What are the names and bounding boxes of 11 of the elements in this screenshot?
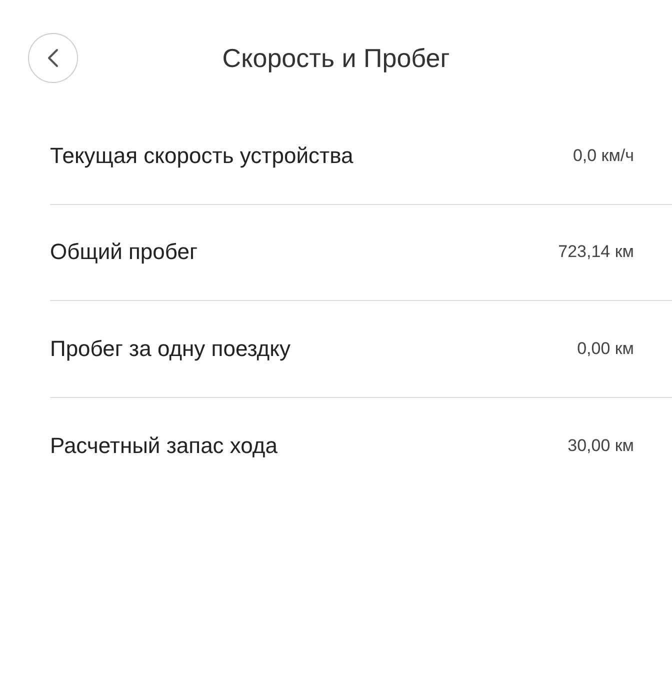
- setting-value: 723,14 км: [558, 242, 634, 262]
- setting-value: 0,00 км: [577, 338, 634, 359]
- back-button[interactable]: [28, 33, 78, 83]
- setting-label: Расчетный запас хода: [50, 433, 278, 459]
- setting-value: 30,00 км: [568, 436, 634, 456]
- setting-label: Пробег за одну поездку: [50, 336, 291, 362]
- page-title: Скорость и Пробег: [222, 42, 450, 74]
- setting-label: Текущая скорость устройства: [50, 142, 354, 169]
- setting-label: Общий пробег: [50, 239, 198, 266]
- setting-value: 0,0 км/ч: [572, 146, 634, 166]
- back-icon: [47, 48, 59, 68]
